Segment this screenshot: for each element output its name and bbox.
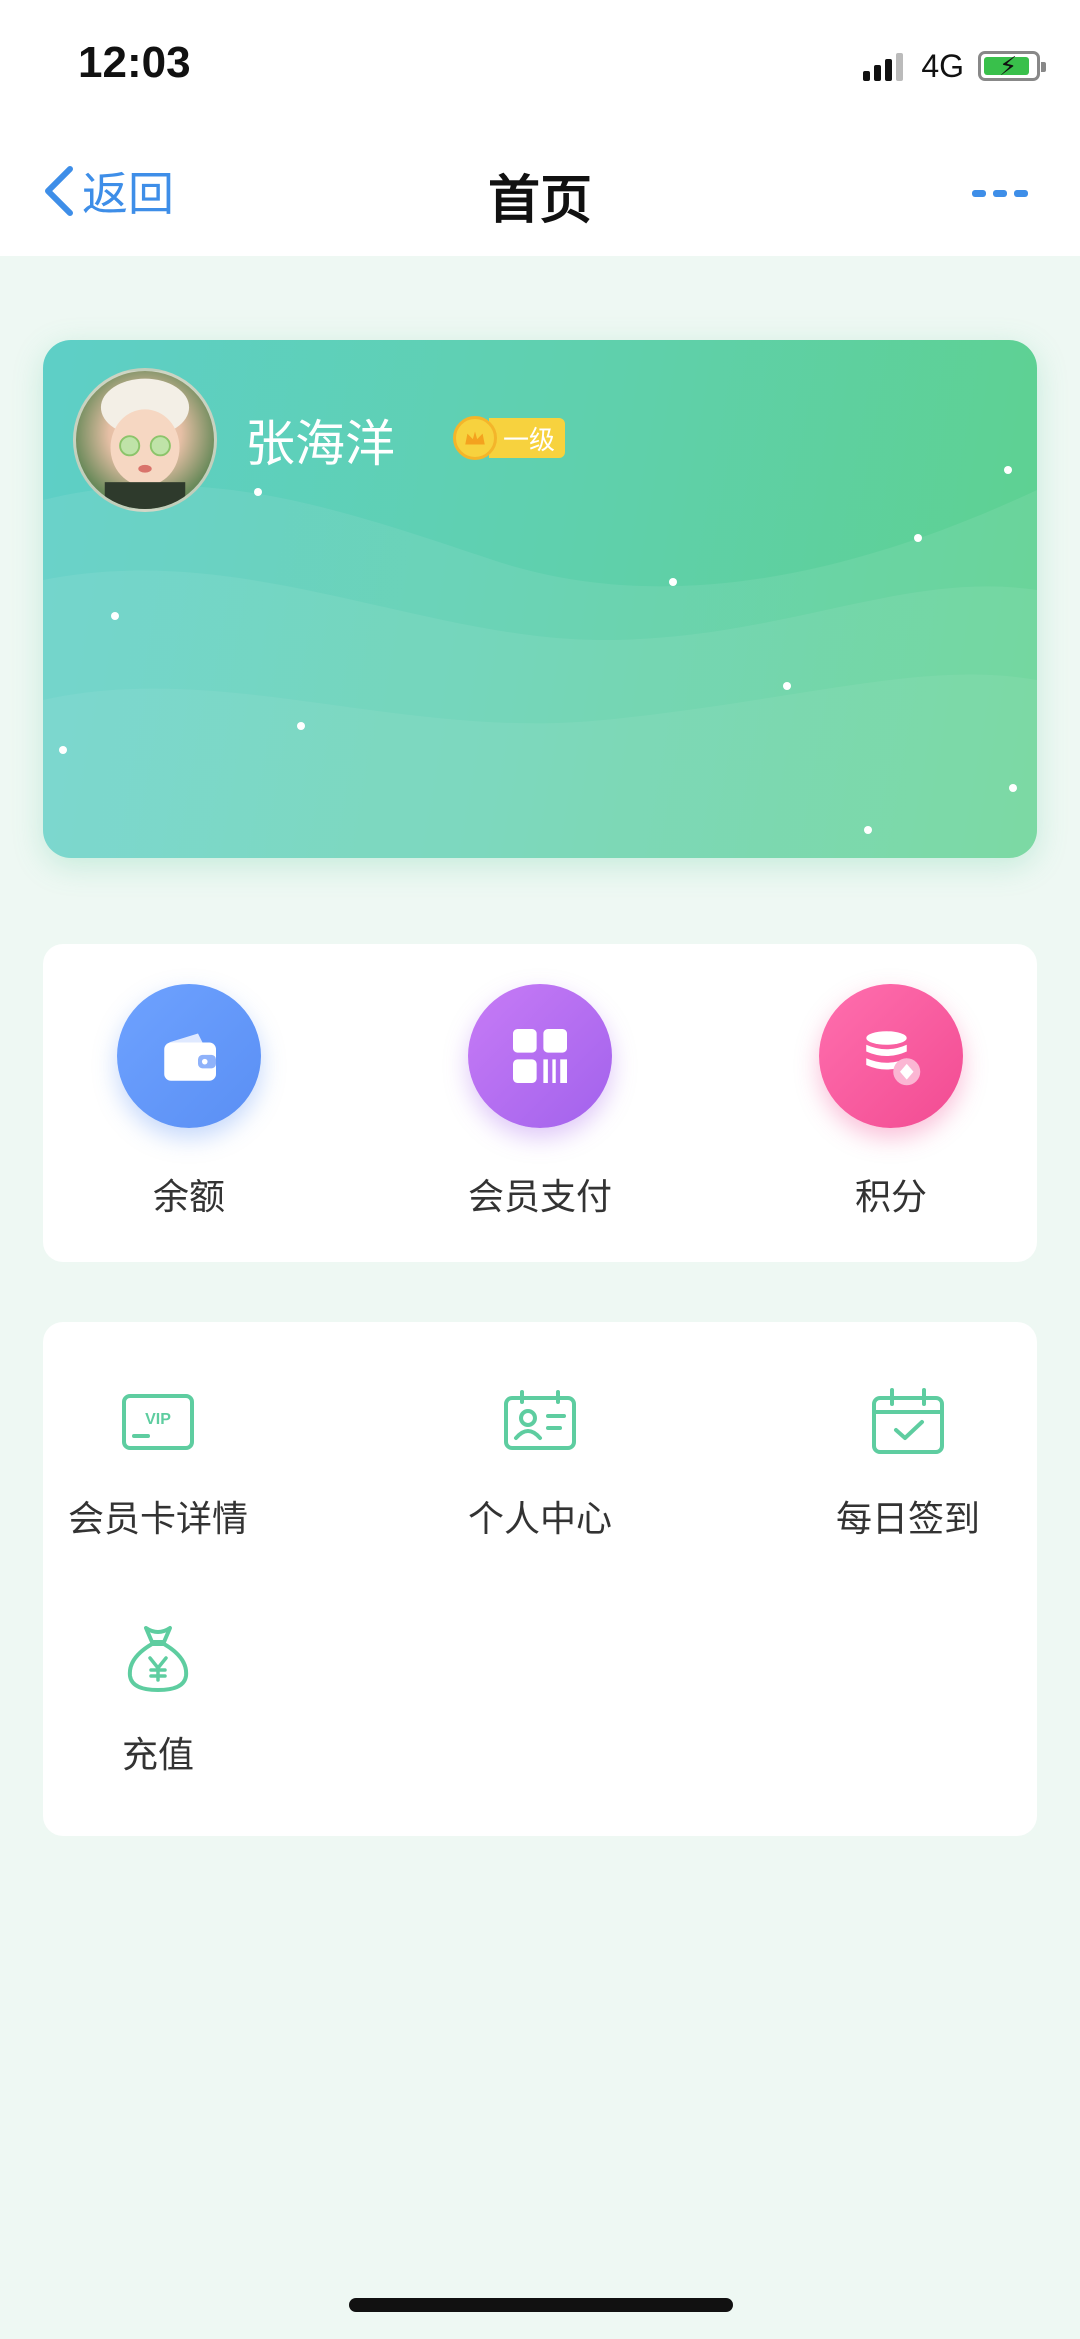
wallet-icon — [117, 984, 261, 1128]
points-label: 积分 — [854, 1177, 927, 1218]
page-title: 首页 — [487, 171, 592, 231]
svg-text:VIP: VIP — [145, 1411, 171, 1428]
charging-icon: ⚡ — [999, 52, 1018, 82]
crown-icon — [453, 416, 497, 460]
member-card-details-label: 会员卡详情 — [67, 1499, 248, 1540]
member-name: 张海洋 — [245, 415, 395, 473]
quick-actions-panel: 余额 会员支付 积分 — [43, 944, 1037, 1262]
daily-checkin-button[interactable]: 每日签到 — [778, 1382, 1038, 1542]
signal-icon — [863, 51, 907, 81]
more-icon[interactable] — [970, 178, 1030, 208]
status-bar: 12:03 4G ⚡ — [0, 0, 1080, 130]
status-time: 12:03 — [78, 38, 191, 87]
personal-center-label: 个人中心 — [467, 1499, 612, 1540]
avatar[interactable] — [73, 368, 217, 512]
recharge-label: 充值 — [121, 1735, 194, 1776]
coins-icon — [819, 984, 963, 1128]
avatar-image — [100, 378, 190, 509]
battery-icon: ⚡ — [978, 51, 1046, 82]
daily-checkin-label: 每日签到 — [835, 1499, 980, 1540]
profile-card-icon — [504, 1390, 576, 1450]
home-indicator[interactable] — [349, 2298, 733, 2312]
balance-button[interactable]: 余额 — [69, 984, 309, 1220]
recharge-button[interactable]: 充值 — [28, 1618, 288, 1778]
balance-label: 余额 — [152, 1177, 225, 1218]
services-panel: VIP 会员卡详情 个人中心 每日签到 充值 — [43, 1322, 1037, 1836]
member-card[interactable]: 张海洋 一级 — [43, 340, 1037, 858]
network-label: 4G — [921, 47, 964, 84]
qr-pay-icon — [468, 984, 612, 1128]
personal-center-button[interactable]: 个人中心 — [410, 1382, 670, 1542]
level-badge: 一级 — [453, 416, 566, 460]
vip-card-icon: VIP — [122, 1394, 194, 1450]
level-label: 一级 — [489, 418, 566, 458]
member-pay-label: 会员支付 — [467, 1177, 612, 1218]
member-card-details-button[interactable]: VIP 会员卡详情 — [28, 1382, 288, 1542]
navigation-bar: 返回 首页 — [0, 130, 1080, 256]
status-indicators: 4G ⚡ — [863, 46, 1046, 86]
money-bag-icon — [127, 1626, 189, 1692]
points-button[interactable]: 积分 — [771, 984, 1011, 1220]
member-pay-button[interactable]: 会员支付 — [420, 984, 660, 1220]
calendar-check-icon — [872, 1388, 944, 1454]
